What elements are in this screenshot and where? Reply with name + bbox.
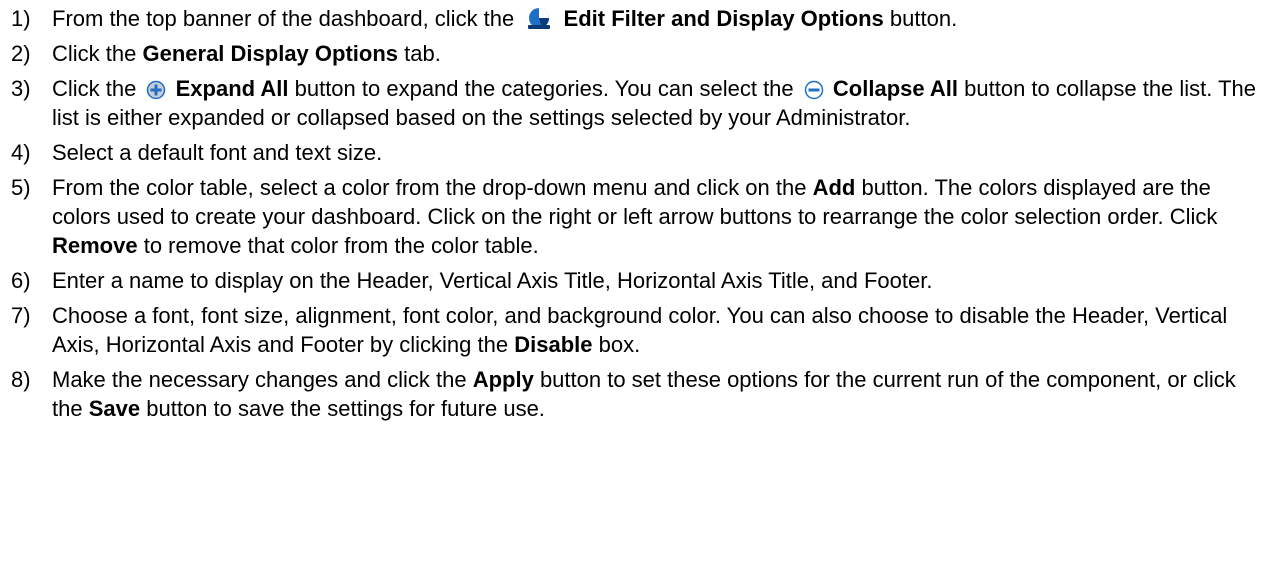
instructions-document: 1) From the top banner of the dashboard,… (0, 0, 1271, 571)
expand-all-icon (146, 80, 166, 100)
step-number: 3) (11, 76, 31, 101)
step-6: 6) Enter a name to display on the Header… (0, 266, 1271, 295)
step-8: 8) Make the necessary changes and click … (0, 365, 1271, 423)
collapse-all-icon (804, 80, 824, 100)
step-number: 1) (11, 6, 31, 31)
steps-list: 1) From the top banner of the dashboard,… (0, 0, 1271, 423)
step-4: 4) Select a default font and text size. (0, 138, 1271, 167)
step-number: 8) (11, 367, 31, 392)
step-3: 3) Click the Expand All button to expand… (0, 74, 1271, 132)
step-number: 6) (11, 268, 31, 293)
step-1: 1) From the top banner of the dashboard,… (0, 4, 1271, 33)
edit-filter-display-icon (524, 6, 554, 30)
step-number: 5) (11, 175, 31, 200)
step-5: 5) From the color table, select a color … (0, 173, 1271, 260)
step-number: 4) (11, 140, 31, 165)
step-7: 7) Choose a font, font size, alignment, … (0, 301, 1271, 359)
step-2: 2) Click the General Display Options tab… (0, 39, 1271, 68)
step-number: 2) (11, 41, 31, 66)
step-number: 7) (11, 303, 31, 328)
